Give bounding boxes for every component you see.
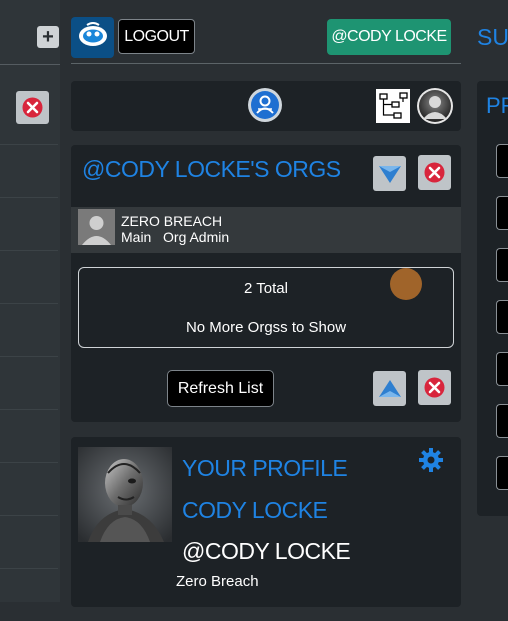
- profile-label: YOUR PROFILE: [182, 455, 348, 481]
- app-logo-button[interactable]: [71, 17, 114, 58]
- profile-photo: [78, 447, 172, 542]
- org-avatar: [78, 209, 115, 245]
- gear-icon[interactable]: [418, 447, 444, 478]
- orgs-title: @CODY LOCKE'S ORGS: [82, 156, 341, 182]
- cursor-indicator: [390, 268, 422, 300]
- list-item[interactable]: [496, 352, 508, 386]
- people-icon[interactable]: [247, 87, 283, 123]
- close-icon[interactable]: [16, 91, 49, 124]
- logout-button[interactable]: LOGOUT: [118, 19, 195, 54]
- list-item[interactable]: [0, 197, 58, 250]
- list-item[interactable]: [496, 404, 508, 438]
- list-item[interactable]: [0, 250, 58, 303]
- list-item[interactable]: [0, 303, 58, 356]
- collapse-up-icon[interactable]: [373, 371, 406, 406]
- org-meta: Main Org Admin: [121, 229, 230, 245]
- profile-org: Zero Breach: [176, 573, 259, 590]
- user-avatar-icon[interactable]: [416, 87, 454, 125]
- close-icon[interactable]: [418, 155, 451, 195]
- close-icon[interactable]: [418, 370, 451, 410]
- org-name: ZERO BREACH: [121, 213, 223, 229]
- refresh-list-button[interactable]: Refresh List: [167, 370, 274, 407]
- filter-down-icon[interactable]: [373, 156, 406, 191]
- list-item[interactable]: [0, 515, 58, 568]
- list-item[interactable]: [496, 196, 508, 230]
- org-empty-message: No More Orgss to Show: [185, 319, 347, 336]
- divider: [0, 64, 60, 65]
- right-panel-title: PR: [486, 93, 508, 118]
- list-item[interactable]: [0, 568, 58, 621]
- list-item[interactable]: [496, 144, 508, 178]
- divider: [71, 63, 461, 64]
- list-item[interactable]: [496, 456, 508, 490]
- list-item[interactable]: [0, 462, 58, 515]
- list-item[interactable]: [0, 356, 58, 409]
- list-item[interactable]: [0, 409, 58, 462]
- list-item[interactable]: [0, 144, 58, 197]
- user-menu-button[interactable]: @CODY LOCKE: [327, 19, 451, 55]
- plus-icon[interactable]: +: [37, 26, 59, 48]
- left-list: [0, 144, 58, 621]
- profile-name: CODY LOCKE: [182, 497, 328, 523]
- list-item[interactable]: [496, 248, 508, 282]
- org-chart-icon[interactable]: [376, 89, 410, 123]
- app-logo-icon: [77, 21, 109, 54]
- profile-handle: @CODY LOCKE: [182, 538, 351, 564]
- right-heading: SUB: [477, 24, 508, 50]
- list-item[interactable]: [496, 300, 508, 334]
